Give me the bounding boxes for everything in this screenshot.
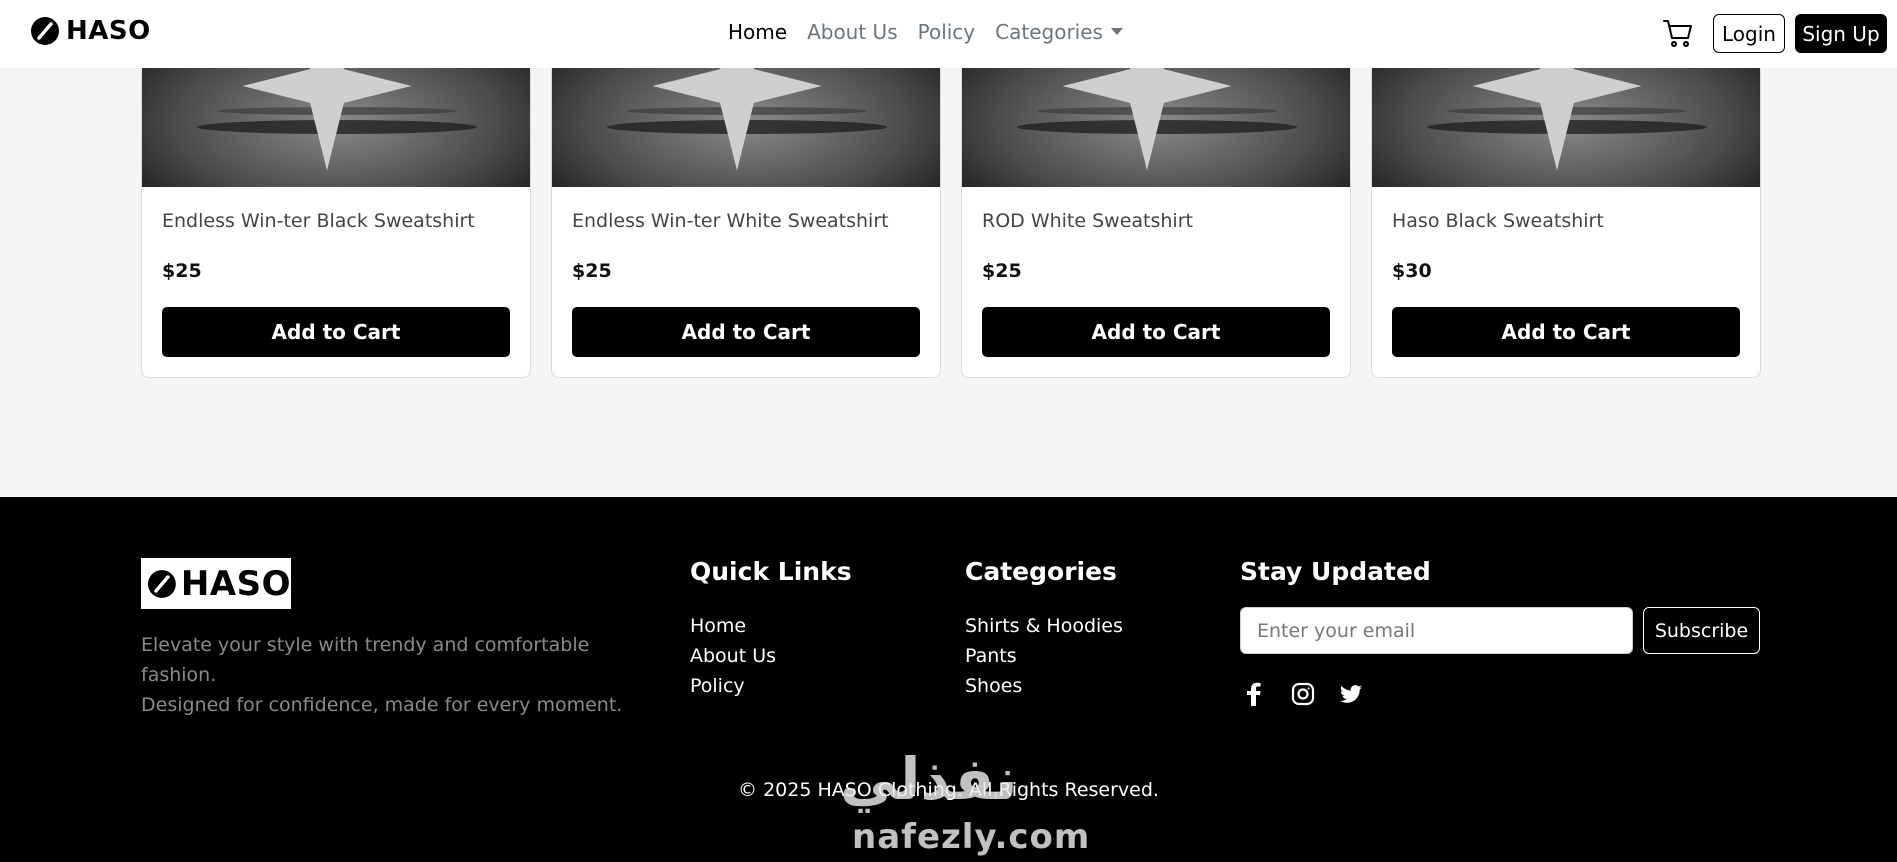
product-title[interactable]: Endless Win-ter White Sweatshirt xyxy=(572,210,889,232)
facebook-icon[interactable] xyxy=(1240,680,1268,708)
footer-brand-name: HASO xyxy=(180,563,291,604)
brand-logo-icon xyxy=(147,569,176,598)
product-price: $25 xyxy=(982,260,1022,282)
product-price: $25 xyxy=(162,260,202,282)
footer-category-shoes[interactable]: Shoes xyxy=(965,671,1123,701)
footer-description: Elevate your style with trendy and comfo… xyxy=(141,630,661,720)
login-button[interactable]: Login xyxy=(1713,14,1785,53)
nav-home-link[interactable]: Home xyxy=(728,20,787,44)
add-to-cart-button[interactable]: Add to Cart xyxy=(162,307,510,357)
nav-categories-dropdown[interactable]: Categories xyxy=(995,20,1123,44)
navbar: HASO Home About Us Policy Categories Log… xyxy=(0,0,1897,68)
categories-list: Shirts & Hoodies Pants Shoes xyxy=(965,611,1123,701)
footer-description-line: Designed for confidence, made for every … xyxy=(141,694,623,716)
add-to-cart-button[interactable]: Add to Cart xyxy=(1392,307,1740,357)
footer-link-policy[interactable]: Policy xyxy=(690,671,776,701)
watermark-arabic: نفذلي xyxy=(840,745,1018,813)
watermark: نفذلي nafezly.com xyxy=(830,745,1089,862)
nav-categories-label: Categories xyxy=(995,20,1103,44)
product-title[interactable]: ROD White Sweatshirt xyxy=(982,210,1193,232)
subscribe-button[interactable]: Subscribe xyxy=(1643,607,1760,654)
footer-logo[interactable]: HASO xyxy=(141,558,291,609)
nav-about-link[interactable]: About Us xyxy=(807,20,898,44)
product-price: $25 xyxy=(572,260,612,282)
brand-name: HASO xyxy=(66,16,151,46)
nav-policy-link[interactable]: Policy xyxy=(918,20,976,44)
watermark-latin: nafezly.com xyxy=(852,817,1091,857)
caret-down-icon xyxy=(1110,28,1123,35)
categories-title: Categories xyxy=(965,557,1117,586)
footer-category-shirts[interactable]: Shirts & Hoodies xyxy=(965,611,1123,641)
product-title[interactable]: Endless Win-ter Black Sweatshirt xyxy=(162,210,475,232)
footer-link-home[interactable]: Home xyxy=(690,611,776,641)
footer-link-about[interactable]: About Us xyxy=(690,641,776,671)
footer-category-pants[interactable]: Pants xyxy=(965,641,1123,671)
stay-updated-title: Stay Updated xyxy=(1240,557,1431,586)
email-input[interactable] xyxy=(1240,607,1633,654)
add-to-cart-button[interactable]: Add to Cart xyxy=(572,307,920,357)
twitter-icon[interactable] xyxy=(1337,680,1365,708)
instagram-icon[interactable] xyxy=(1289,680,1317,708)
add-to-cart-button[interactable]: Add to Cart xyxy=(982,307,1330,357)
quick-links-title: Quick Links xyxy=(690,557,852,586)
brand-logo-link[interactable]: HASO xyxy=(30,16,151,46)
brand-logo-icon xyxy=(31,17,59,45)
signup-button[interactable]: Sign Up xyxy=(1795,14,1887,53)
cart-icon[interactable] xyxy=(1662,17,1694,49)
product-title[interactable]: Haso Black Sweatshirt xyxy=(1392,210,1604,232)
nav-links: Home About Us Policy Categories xyxy=(728,20,1123,44)
product-price: $30 xyxy=(1392,260,1432,282)
quick-links-list: Home About Us Policy xyxy=(690,611,776,701)
footer-description-line: Elevate your style with trendy and comfo… xyxy=(141,634,590,686)
